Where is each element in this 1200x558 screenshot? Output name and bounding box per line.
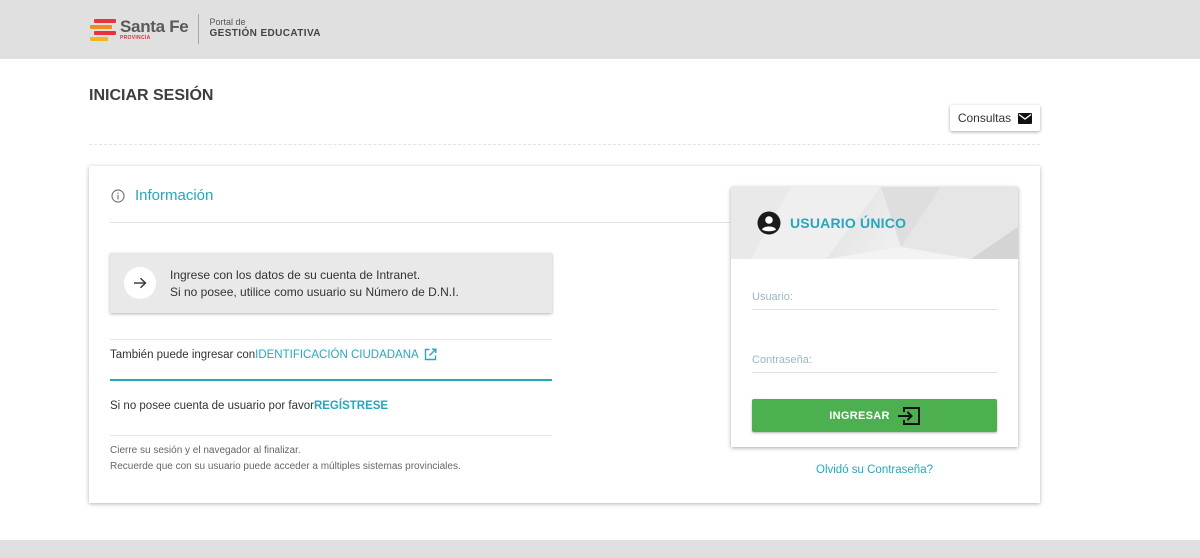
santa-fe-stripes-icon: [90, 17, 116, 41]
login-icon: [897, 406, 920, 425]
bottom-footer: [0, 540, 1200, 558]
page-title: INICIAR SESIÓN: [89, 87, 214, 104]
info-circle-icon: [111, 188, 125, 203]
top-header: Santa Fe PROVINCIA Portal de GESTIÓN EDU…: [0, 0, 1200, 59]
notice-line1: Ingrese con los datos de su cuenta de In…: [170, 268, 421, 282]
alt-login-prefix: También puede ingresar con: [110, 348, 256, 361]
title-divider: [89, 144, 1040, 145]
accent-divider: [110, 379, 552, 381]
login-header: USUARIO ÚNICO: [731, 187, 1018, 259]
portal-line2: GESTIÓN EDUCATIVA: [209, 27, 321, 39]
info-header: Información: [111, 187, 213, 204]
info-title: Información: [135, 187, 214, 204]
consultas-button[interactable]: Consultas: [950, 105, 1040, 131]
portal-line1: Portal de: [209, 17, 246, 28]
separator: [110, 339, 552, 340]
consultas-label: Consultas: [957, 111, 1012, 125]
logo-sub: PROVINCIA: [120, 34, 151, 41]
password-field: [752, 347, 997, 373]
notice-line2: Si no posee, utilice como usuario su Núm…: [170, 285, 459, 299]
logo-divider: [198, 14, 200, 44]
register-prefix: Si no posee cuenta de usuario por favor: [110, 400, 314, 412]
notice-icon-wrap: [124, 267, 156, 299]
account-circle-icon: [757, 211, 781, 235]
ingresar-button[interactable]: INGRESAR: [752, 399, 997, 432]
arrow-right-icon: [134, 277, 147, 289]
ciudadana-link[interactable]: IDENTIFICACIÓN CIUDADANA: [255, 349, 419, 361]
register-link[interactable]: REGÍSTRESE: [314, 400, 388, 412]
footnote-line1: Cierre su sesión y el navegador al final…: [110, 445, 301, 456]
brand-logo[interactable]: Santa Fe PROVINCIA Portal de GESTIÓN EDU…: [90, 14, 321, 44]
login-title: USUARIO ÚNICO: [757, 211, 906, 235]
footnote-line2: Recuerde que con su usuario puede accede…: [110, 461, 461, 472]
intranet-notice: Ingrese con los datos de su cuenta de In…: [110, 253, 552, 313]
forgot-password-link[interactable]: Olvidó su Contraseña?: [731, 464, 1018, 476]
username-input[interactable]: [752, 284, 997, 309]
logo-name: Santa Fe: [120, 16, 189, 36]
alt-login-row: También puede ingresar con IDENTIFICACIÓ…: [110, 348, 437, 361]
envelope-icon: [1018, 112, 1033, 124]
logo-text: Santa Fe PROVINCIA: [120, 16, 189, 41]
ingresar-label: INGRESAR: [829, 409, 890, 422]
password-input[interactable]: [752, 347, 997, 372]
login-form: USUARIO ÚNICO INGRESAR: [731, 187, 1018, 447]
register-row: Si no posee cuenta de usuario por favor …: [110, 400, 388, 412]
info-divider: [110, 222, 730, 223]
footnote: Cierre su sesión y el navegador al final…: [110, 443, 461, 475]
login-card: Información Ingrese con los datos de su …: [89, 166, 1040, 503]
notice-text: Ingrese con los datos de su cuenta de In…: [170, 267, 459, 301]
external-link-icon[interactable]: [424, 348, 437, 361]
portal-title: Portal de GESTIÓN EDUCATIVA: [209, 17, 321, 40]
separator: [110, 435, 552, 436]
login-title-text: USUARIO ÚNICO: [790, 215, 907, 231]
username-field: [752, 284, 997, 310]
